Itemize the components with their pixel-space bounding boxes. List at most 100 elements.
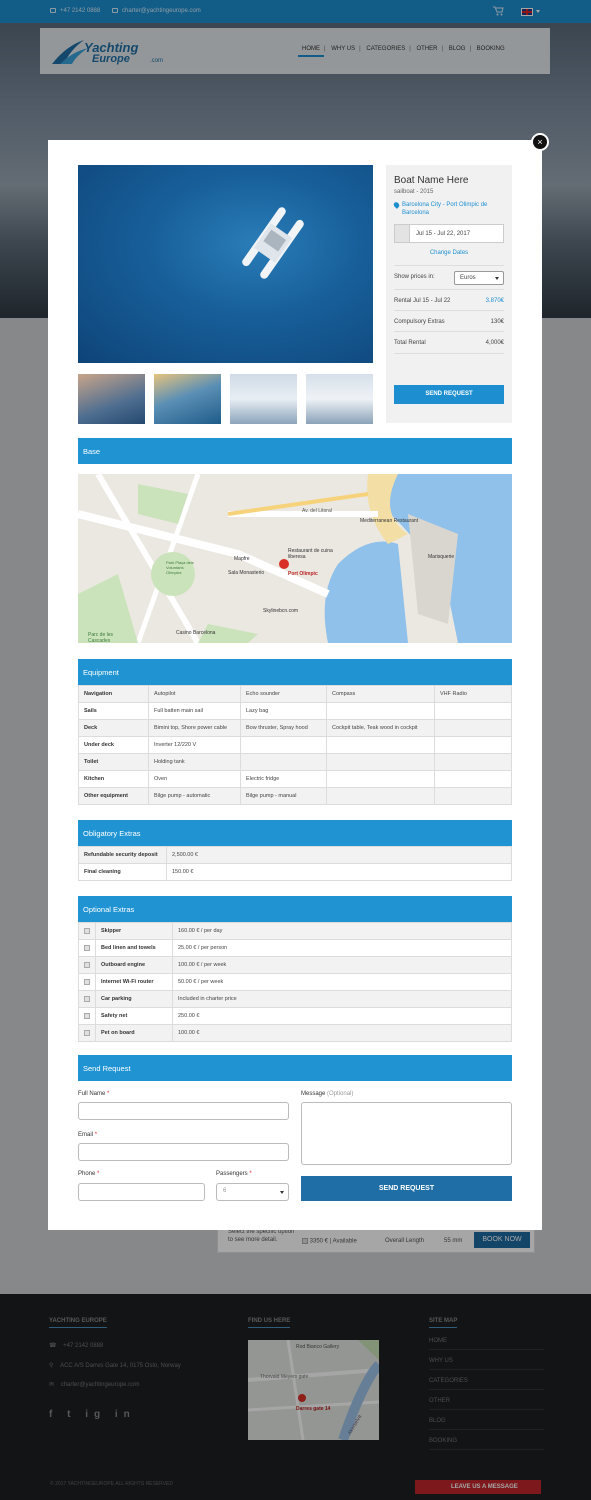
table-cell (326, 770, 435, 788)
table-cell: Under deck (78, 736, 149, 754)
table-row: Outboard engine 100.00 € / per week (78, 956, 512, 974)
message-label: Message (Optional) (301, 1091, 354, 1097)
table-cell: 250.00 € (172, 1007, 512, 1025)
table-cell: VHF Radio (434, 685, 512, 703)
chevron-down-icon (495, 277, 499, 280)
table-cell: Compass (326, 685, 435, 703)
extra-checkbox[interactable] (84, 995, 90, 1002)
table-cell (434, 770, 512, 788)
boat-main-image[interactable] (78, 165, 373, 363)
calendar-icon (395, 225, 410, 242)
phone-input[interactable] (78, 1183, 205, 1201)
extra-checkbox[interactable] (84, 1012, 90, 1019)
table-cell (434, 753, 512, 771)
table-row: Other equipment Bilge pump - automatic Bil… (78, 787, 512, 805)
table-row: Deck Bimini top, Shore power cable Bow thr… (78, 719, 512, 737)
table-row: Sails Full batten main sail Lazy bag (78, 702, 512, 720)
phone-label: Phone * (78, 1171, 100, 1177)
table-row: Internet Wi-Fi router 50.00 € / per week (78, 973, 512, 991)
table-row: Safety net 250.00 € (78, 1007, 512, 1025)
table-row: Kitchen Oven Electric fridge (78, 770, 512, 788)
table-row: Bed linen and towels 25.00 € / per person (78, 939, 512, 957)
table-cell: Kitchen (78, 770, 149, 788)
table-cell: 100.00 € (172, 1024, 512, 1042)
checkbox-cell (78, 1007, 96, 1025)
thumbnail-1[interactable] (78, 374, 145, 424)
extra-checkbox[interactable] (84, 961, 90, 968)
table-cell: 160.00 € / per day (172, 922, 512, 940)
checkbox-cell (78, 1024, 96, 1042)
message-textarea[interactable] (301, 1102, 512, 1165)
table-cell: Skipper (95, 922, 173, 940)
boat-location[interactable]: Barcelona City - Port Olimpic de Barcelo… (392, 201, 506, 217)
table-cell (434, 719, 512, 737)
table-cell: Bow thruster, Spray hood (240, 719, 327, 737)
table-cell (326, 787, 435, 805)
table-cell: 25.00 € / per person (172, 939, 512, 957)
table-row: Toilet Holding tank (78, 753, 512, 771)
thumbnail-4[interactable] (306, 374, 373, 424)
table-cell: Car parking (95, 990, 173, 1008)
obligatory-extras-table: Refundable security deposit 2,500.00 € Fin… (78, 846, 512, 881)
table-cell (326, 702, 435, 720)
table-row: Refundable security deposit 2,500.00 € (78, 846, 512, 864)
checkbox-cell (78, 922, 96, 940)
extra-checkbox[interactable] (84, 978, 90, 985)
thumbnail-3[interactable] (230, 374, 297, 424)
table-cell: Electric fridge (240, 770, 327, 788)
table-cell: 2,500.00 € (166, 846, 512, 864)
table-cell: Sails (78, 702, 149, 720)
checkbox-cell (78, 990, 96, 1008)
table-row: Pet on board 100.00 € (78, 1024, 512, 1042)
checkbox-cell (78, 956, 96, 974)
booking-sidebar: Boat Name Here sailboat - 2015 Barcelona… (386, 165, 512, 423)
extra-checkbox[interactable] (84, 1029, 90, 1036)
table-cell (434, 736, 512, 754)
catamaran-illustration (242, 207, 304, 279)
table-cell: Internet Wi-Fi router (95, 973, 173, 991)
table-cell (326, 736, 435, 754)
table-cell: Final cleaning (78, 863, 167, 881)
section-base: Base (78, 438, 512, 464)
table-cell: Pet on board (95, 1024, 173, 1042)
table-cell: Toilet (78, 753, 149, 771)
table-cell: 100.00 € / per week (172, 956, 512, 974)
table-cell: Safety net (95, 1007, 173, 1025)
table-cell: Outboard engine (95, 956, 173, 974)
section-equipment: Equipment (78, 659, 512, 685)
thumbnail-2[interactable] (154, 374, 221, 424)
email-input[interactable] (78, 1143, 289, 1161)
section-obligatory-extras: Obligatory Extras (78, 820, 512, 846)
table-cell (434, 702, 512, 720)
table-cell: Bilge pump - automatic (148, 787, 241, 805)
section-optional-extras: Optional Extras (78, 896, 512, 922)
table-row: Navigation Autopilot Echo sounder Compass VH… (78, 685, 512, 703)
send-request-submit-button[interactable]: SEND REQUEST (301, 1176, 512, 1201)
table-cell: Navigation (78, 685, 149, 703)
table-row: Car parking Included in charter price (78, 990, 512, 1008)
passengers-select[interactable]: 6 (216, 1183, 289, 1201)
table-cell: 150.00 € (166, 863, 512, 881)
table-cell (240, 753, 327, 771)
passengers-label: Passengers * (216, 1171, 252, 1177)
chevron-down-icon (280, 1191, 284, 1194)
close-icon[interactable]: × (531, 133, 549, 151)
send-request-button[interactable]: SEND REQUEST (394, 385, 504, 404)
table-cell: Deck (78, 719, 149, 737)
extra-checkbox[interactable] (84, 944, 90, 951)
email-label: Email * (78, 1132, 98, 1138)
table-cell: 50.00 € / per week (172, 973, 512, 991)
table-cell (240, 736, 327, 754)
table-cell: Full batten main sail (148, 702, 241, 720)
date-range-field[interactable]: Jul 15 - Jul 22, 2017 (394, 224, 504, 243)
full-name-label: Full Name * (78, 1091, 110, 1097)
extra-checkbox[interactable] (84, 927, 90, 934)
base-map[interactable]: Restaurant de cuina liberesa Port Olimpi… (78, 474, 512, 643)
currency-select[interactable]: Euros (454, 271, 504, 285)
checkbox-cell (78, 973, 96, 991)
change-dates-link[interactable]: Change Dates (386, 250, 512, 256)
table-cell (434, 787, 512, 805)
boat-name: Boat Name Here (394, 175, 469, 186)
table-row: Under deck Inverter 12/220 V (78, 736, 512, 754)
full-name-input[interactable] (78, 1102, 289, 1120)
